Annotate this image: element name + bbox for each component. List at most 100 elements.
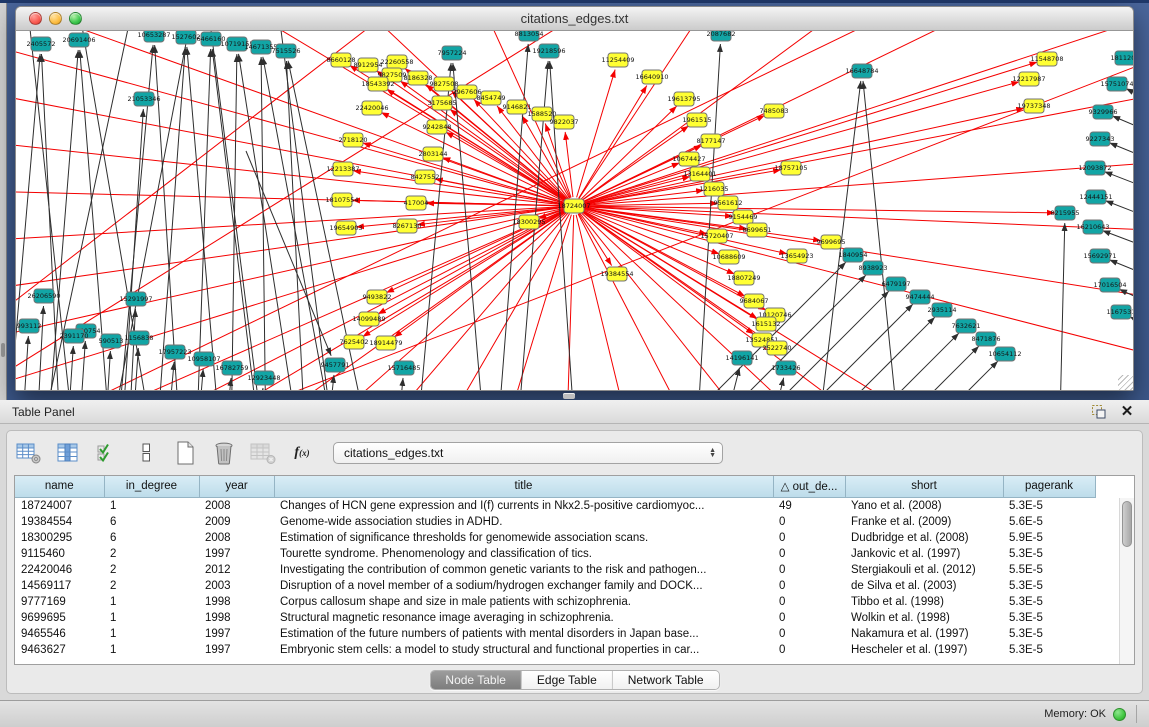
graph-node[interactable]: 13164401 [683,167,716,181]
window-resize-grip[interactable] [1118,375,1133,390]
graph-node[interactable]: 9699695 [817,235,846,249]
close-panel-icon[interactable]: ✕ [1117,403,1137,421]
table-scrollbar-thumb[interactable] [1122,501,1132,547]
graph-node[interactable]: 22260558 [380,55,413,69]
graph-node[interactable]: 9242848 [423,120,452,134]
graph-node[interactable]: 2718120 [339,133,368,147]
graph-node[interactable]: 993112 [17,319,42,333]
graph-node[interactable]: 3175685 [428,96,457,110]
graph-node[interactable]: 8938923 [859,261,888,275]
graph-node[interactable]: 16648784 [845,64,878,78]
graph-node[interactable]: 8186328 [404,71,433,85]
tab-network-table[interactable]: Network Table [612,671,719,689]
graph-node[interactable]: 1167531 [1107,305,1133,319]
graph-node[interactable]: 8215955 [1051,206,1080,220]
graph-node[interactable]: 1156838 [125,331,154,345]
graph-node[interactable]: 2935114 [928,303,957,317]
graph-node[interactable]: 8427552 [411,170,440,184]
graph-node[interactable]: 9474444 [906,290,935,304]
graph-node[interactable]: 8267130 [393,219,422,233]
panel-collapse-handle[interactable] [1,343,5,357]
graph-node[interactable]: 12217987 [1012,72,1045,86]
graph-node[interactable]: 8699651 [743,223,772,237]
graph-node[interactable]: 9561612 [714,196,743,210]
graph-node[interactable]: 7485083 [760,104,789,118]
graph-node[interactable]: 15751074 [1100,77,1133,91]
table-row[interactable]: 946554611997Estimation of the future num… [15,626,1095,642]
graph-node[interactable]: 18757105 [774,161,807,175]
graph-node[interactable]: 7632621 [952,319,981,333]
graph-node[interactable]: 9457791 [321,358,350,372]
graph-node[interactable]: 9822037 [550,115,579,129]
column-header-name[interactable]: name [15,476,104,497]
graph-node[interactable]: 2391170 [60,329,89,343]
graph-node[interactable]: 15291997 [119,292,152,306]
table-row[interactable]: 1872400712008Changes of HCN gene express… [15,497,1095,514]
graph-node[interactable]: 8471876 [972,332,1001,346]
graph-node[interactable]: 19654903 [329,221,362,235]
graph-node[interactable]: 21053346 [127,92,160,106]
column-header-title[interactable]: title [274,476,773,497]
graph-node[interactable]: 2522740 [763,341,792,355]
graph-node[interactable]: 1811207 [1111,51,1133,65]
graph-node[interactable]: 14099489 [352,312,385,326]
table-scrollbar[interactable] [1119,498,1134,664]
table-row[interactable]: 1938455462009Genome-wide association stu… [15,514,1095,530]
new-document-icon[interactable] [171,440,199,466]
graph-node[interactable]: 9329966 [1089,105,1118,119]
table-row[interactable]: 969969511998Structural magnetic resonanc… [15,610,1095,626]
graph-node[interactable]: 7515526 [272,44,301,58]
delete-table-icon[interactable] [249,440,277,466]
column-header-in_degree[interactable]: in_degree [104,476,199,497]
graph-node[interactable]: 8660128 [327,53,356,67]
graph-node[interactable]: 8912954 [354,58,383,72]
splitter-handle[interactable] [563,393,575,399]
tab-node-table[interactable]: Node Table [430,671,521,689]
network-canvas[interactable]: 1872400786601288912954222605589827509818… [16,31,1133,390]
zoom-light-icon[interactable] [69,12,82,25]
graph-node[interactable]: 1961515 [683,113,712,127]
graph-node[interactable]: 10653287 [137,31,170,42]
tab-edge-table[interactable]: Edge Table [521,671,612,689]
delete-trash-icon[interactable] [210,440,238,466]
window-titlebar[interactable]: citations_edges.txt [16,7,1133,31]
float-panel-icon[interactable] [1089,403,1109,421]
select-all-columns-icon[interactable] [93,440,121,466]
graph-node[interactable]: 8454749 [477,91,506,105]
graph-node[interactable]: 18107554 [325,193,358,207]
table-row[interactable]: 977716911998Corpus callosum shape and si… [15,594,1095,610]
show-columns-icon[interactable] [54,440,82,466]
graph-node[interactable]: 9227343 [1086,132,1115,146]
table-row[interactable]: 946362711997Embryonic stem cells: a mode… [15,642,1095,658]
graph-node[interactable]: 19384554 [600,267,633,281]
graph-node[interactable]: 9493822 [363,290,392,304]
graph-node[interactable]: 10688609 [712,250,745,264]
graph-node[interactable]: 9684067 [740,294,769,308]
table-row[interactable]: 2242004622012Investigating the contribut… [15,562,1095,578]
column-header-year[interactable]: year [199,476,274,497]
column-header-out_degree[interactable]: △ out_de... [773,476,845,497]
graph-node[interactable]: 20691406 [62,33,95,47]
close-light-icon[interactable] [29,12,42,25]
graph-node[interactable]: 1840954 [839,248,868,262]
graph-node[interactable]: 19613795 [667,92,700,106]
table-row[interactable]: 1456911722003Disruption of a novel membe… [15,578,1095,594]
graph-node[interactable]: 8813054 [515,31,544,41]
column-header-short[interactable]: short [845,476,1003,497]
minimize-light-icon[interactable] [49,12,62,25]
graph-node[interactable]: 22420046 [355,101,388,115]
table-row[interactable]: 911546021997Tourette syndrome. Phenomeno… [15,546,1095,562]
graph-node[interactable]: 417004 [404,196,429,210]
graph-node[interactable]: 11254409 [601,53,634,67]
function-builder-icon[interactable]: f(x) [288,440,316,466]
graph-node[interactable]: 2405572 [27,37,56,51]
graph-node[interactable]: 590513 [99,334,124,348]
graph-node[interactable]: 2087682 [707,31,736,41]
table-settings-icon[interactable] [15,440,43,466]
graph-node[interactable]: 16640910 [635,70,668,84]
column-header-pagerank[interactable]: pagerank [1003,476,1095,497]
row-options-icon[interactable] [132,440,160,466]
graph-node[interactable]: 16210643 [1076,220,1109,234]
graph-node[interactable]: 7957224 [438,46,467,60]
graph-node[interactable]: 15716485 [387,361,420,375]
